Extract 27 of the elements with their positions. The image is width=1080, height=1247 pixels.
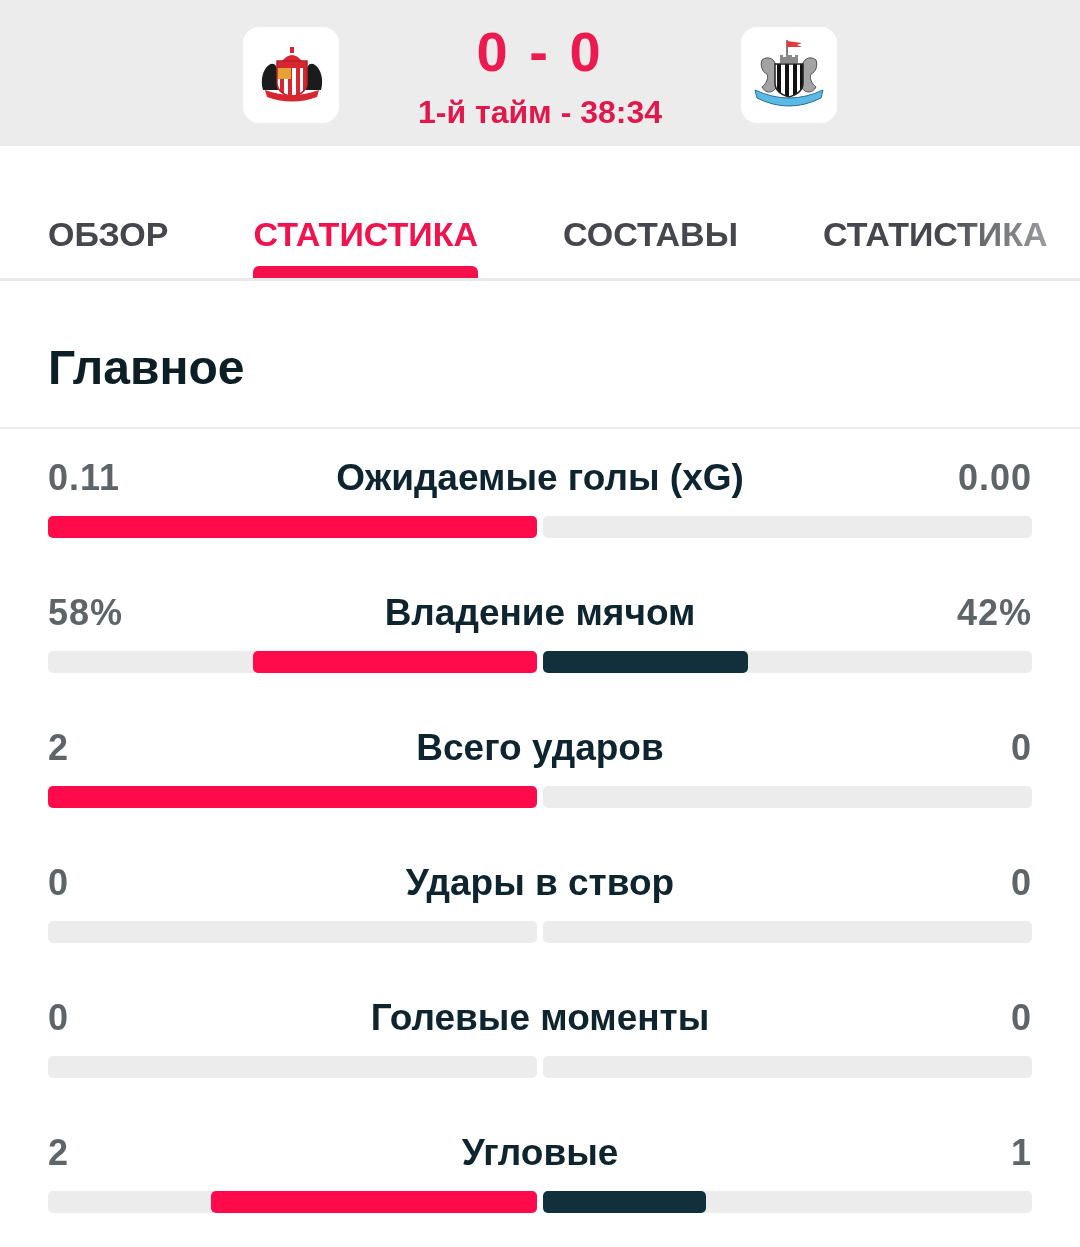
match-score: 0 - 0: [476, 22, 604, 82]
stat-label: Голевые моменты: [370, 996, 710, 1040]
stat-value: 0: [1010, 996, 1032, 1040]
stat-value: 0: [48, 996, 70, 1040]
tab[interactable]: ОБЗОР: [48, 146, 169, 278]
shield-crest-icon: [741, 27, 837, 123]
stat-label: Всего ударов: [416, 726, 664, 770]
stat-label: Владение мячом: [384, 591, 696, 635]
stat-label: Удары в створ: [405, 861, 675, 905]
stat-value: 58%: [48, 591, 124, 635]
stat-value: 42%: [956, 591, 1032, 635]
shield-crest-icon: [243, 27, 339, 123]
section-title: Главное: [48, 340, 245, 396]
stat-label: Угловые: [461, 1131, 619, 1175]
tab[interactable]: СОСТАВЫ: [563, 146, 738, 278]
stat-value: 1: [1010, 1131, 1032, 1175]
tab[interactable]: СТАТИСТИКА: [822, 146, 1048, 278]
stat-value: 0.00: [957, 456, 1032, 500]
match-period: 1-й тайм - 38:34: [417, 93, 663, 132]
stat-value: 0: [1010, 861, 1032, 905]
stat-value: 0.11: [48, 456, 121, 500]
stat-label: Ожидаемые голы (xG): [336, 456, 744, 500]
stat-value: 2: [48, 1131, 70, 1175]
tab[interactable]: СТАТИСТИКА: [253, 146, 479, 278]
stat-value: 2: [48, 726, 70, 770]
stat-value: 0: [1010, 726, 1032, 770]
stat-value: 0: [48, 861, 70, 905]
